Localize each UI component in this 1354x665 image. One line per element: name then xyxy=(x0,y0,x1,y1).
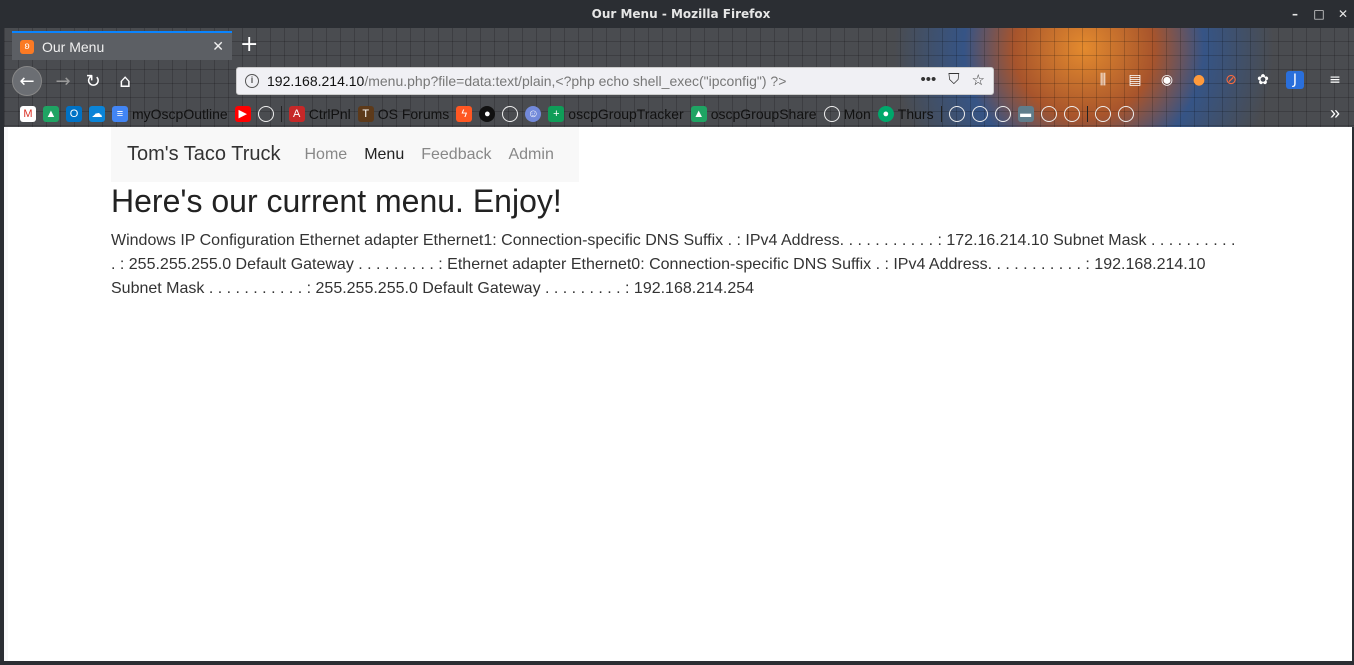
bookmark-myoscpoutline[interactable]: ≡ myOscpOutline xyxy=(112,105,228,122)
bookmark-mon[interactable]: Mon xyxy=(823,105,871,122)
bookmark-discord[interactable]: ☺ xyxy=(525,105,542,122)
drive-icon: ▲ xyxy=(43,105,59,122)
tab-strip: ʚ Our Menu ✕ + xyxy=(4,28,1354,60)
globe-icon[interactable] xyxy=(1117,105,1134,122)
nav-toolbar: ← → ↻ ⌂ i 192.168.214.10/menu.php?file=d… xyxy=(4,62,1354,100)
library-icon[interactable]: ⫼ xyxy=(1094,71,1112,89)
outlook-icon: O xyxy=(66,105,82,122)
menu-icon[interactable]: ≡ xyxy=(1326,71,1344,89)
page-heading: Here's our current menu. Enjoy! xyxy=(111,183,562,219)
globe-icon[interactable] xyxy=(502,105,519,122)
reload-button[interactable]: ↻ xyxy=(78,66,108,96)
url-bar[interactable]: i 192.168.214.10/menu.php?file=data:text… xyxy=(236,67,994,95)
sheets-icon: + xyxy=(548,105,565,122)
bookmark-drive[interactable]: ▲ xyxy=(43,105,59,122)
url-path: /menu.php?file=data:text/plain,<?php ech… xyxy=(364,73,787,89)
back-button[interactable]: ← xyxy=(12,66,42,96)
extension-j-icon[interactable]: J xyxy=(1286,71,1304,89)
bookmark-zap[interactable]: ϟ xyxy=(456,105,473,122)
github-icon: ● xyxy=(479,105,496,122)
bookmark-separator xyxy=(280,105,282,122)
globe-icon[interactable] xyxy=(1063,105,1080,122)
page-actions-icon[interactable]: ••• xyxy=(921,71,937,89)
title-bar: Our Menu - Mozilla Firefox – □ ✕ xyxy=(4,0,1354,28)
bookmark-youtube[interactable]: ▶ xyxy=(234,105,251,122)
discord-icon: ☺ xyxy=(525,105,542,122)
info-icon[interactable]: i xyxy=(245,74,259,88)
command-output: Windows IP Configuration Ethernet adapte… xyxy=(111,232,1236,297)
globe-icon[interactable] xyxy=(1040,105,1057,122)
pocket-icon[interactable]: ⛉ xyxy=(948,71,959,89)
docs-icon: ≡ xyxy=(112,105,128,122)
bookmark-separator xyxy=(1086,105,1088,122)
forums-icon: T xyxy=(357,105,374,122)
bookmark-separator xyxy=(940,105,942,122)
maximize-button[interactable]: □ xyxy=(1312,7,1326,21)
site-navbar: Tom's Taco Truck Home Menu Feedback Admi… xyxy=(111,127,579,182)
nav-feedback[interactable]: Feedback xyxy=(421,146,491,164)
nav-admin[interactable]: Admin xyxy=(508,146,553,164)
account-icon[interactable]: ◉ xyxy=(1158,71,1176,89)
zap-icon: ϟ xyxy=(456,105,473,122)
ctrlpnl-icon: A xyxy=(288,105,305,122)
cookie-icon[interactable]: ✿ xyxy=(1254,71,1272,89)
toolbar-icons: ⫼ ▤ ◉ ● ⊘ ✿ J ≡ xyxy=(1094,71,1344,89)
tab-our-menu[interactable]: ʚ Our Menu ✕ xyxy=(12,31,232,60)
meet-icon: ● xyxy=(877,105,894,122)
forward-button[interactable]: → xyxy=(48,66,78,96)
onedrive-icon: ☁ xyxy=(89,105,105,122)
site-brand[interactable]: Tom's Taco Truck xyxy=(127,143,281,166)
gmail-icon: M xyxy=(20,105,36,122)
bookmark-thurs[interactable]: ● Thurs xyxy=(877,105,934,122)
block-icon[interactable]: ⊘ xyxy=(1222,71,1240,89)
bookmarks-overflow-icon[interactable]: » xyxy=(1330,103,1340,124)
car-icon: ▬ xyxy=(1017,105,1034,122)
page-content: Tom's Taco Truck Home Menu Feedback Admi… xyxy=(8,127,1352,661)
globe-icon[interactable] xyxy=(994,105,1011,122)
bookmark-oscpgrouptracker[interactable]: + oscpGroupTracker xyxy=(548,105,684,122)
extension-icon[interactable]: ● xyxy=(1190,71,1208,89)
bookmark-car[interactable]: ▬ xyxy=(1017,105,1034,122)
nav-menu[interactable]: Menu xyxy=(364,146,404,164)
globe-icon[interactable] xyxy=(1094,105,1111,122)
nav-home[interactable]: Home xyxy=(305,146,348,164)
globe-icon[interactable] xyxy=(257,105,274,122)
globe-icon xyxy=(823,105,840,122)
drive-icon: ▲ xyxy=(690,105,707,122)
window-title: Our Menu - Mozilla Firefox xyxy=(591,7,771,21)
bookmark-ctrlpnl[interactable]: A CtrlPnl xyxy=(288,105,351,122)
url-actions: ••• ⛉ ☆ xyxy=(921,71,985,89)
close-window-button[interactable]: ✕ xyxy=(1336,7,1350,21)
bookmark-onedrive[interactable]: ☁ xyxy=(89,105,105,122)
bookmark-os-forums[interactable]: T OS Forums xyxy=(357,105,449,122)
xampp-favicon-icon: ʚ xyxy=(20,39,34,54)
browser-header: ʚ Our Menu ✕ + ← → ↻ ⌂ i 192.168.214.10/… xyxy=(4,28,1354,127)
bookmark-oscpgroupshare[interactable]: ▲ oscpGroupShare xyxy=(690,105,817,122)
globe-icon[interactable] xyxy=(971,105,988,122)
tab-close-icon[interactable]: ✕ xyxy=(212,38,224,55)
globe-icon[interactable] xyxy=(948,105,965,122)
youtube-icon: ▶ xyxy=(234,105,251,122)
url-host: 192.168.214.10 xyxy=(267,73,365,89)
bookmark-star-icon[interactable]: ☆ xyxy=(972,71,985,89)
window-controls: – □ ✕ xyxy=(1288,0,1350,28)
tab-title: Our Menu xyxy=(42,38,105,55)
browser-window: Our Menu - Mozilla Firefox – □ ✕ ʚ Our M… xyxy=(0,0,1354,665)
bookmarks-toolbar: M ▲ O ☁ ≡ myOscpOutline ▶ A CtrlPnl T OS Fo… xyxy=(4,100,1354,127)
bookmark-outlook[interactable]: O xyxy=(66,105,82,122)
home-button[interactable]: ⌂ xyxy=(110,66,140,96)
minimize-button[interactable]: – xyxy=(1288,7,1302,21)
new-tab-button[interactable]: + xyxy=(240,32,258,58)
bookmark-gmail[interactable]: M xyxy=(20,105,36,122)
bookmark-github[interactable]: ● xyxy=(479,105,496,122)
sidebar-icon[interactable]: ▤ xyxy=(1126,71,1144,89)
